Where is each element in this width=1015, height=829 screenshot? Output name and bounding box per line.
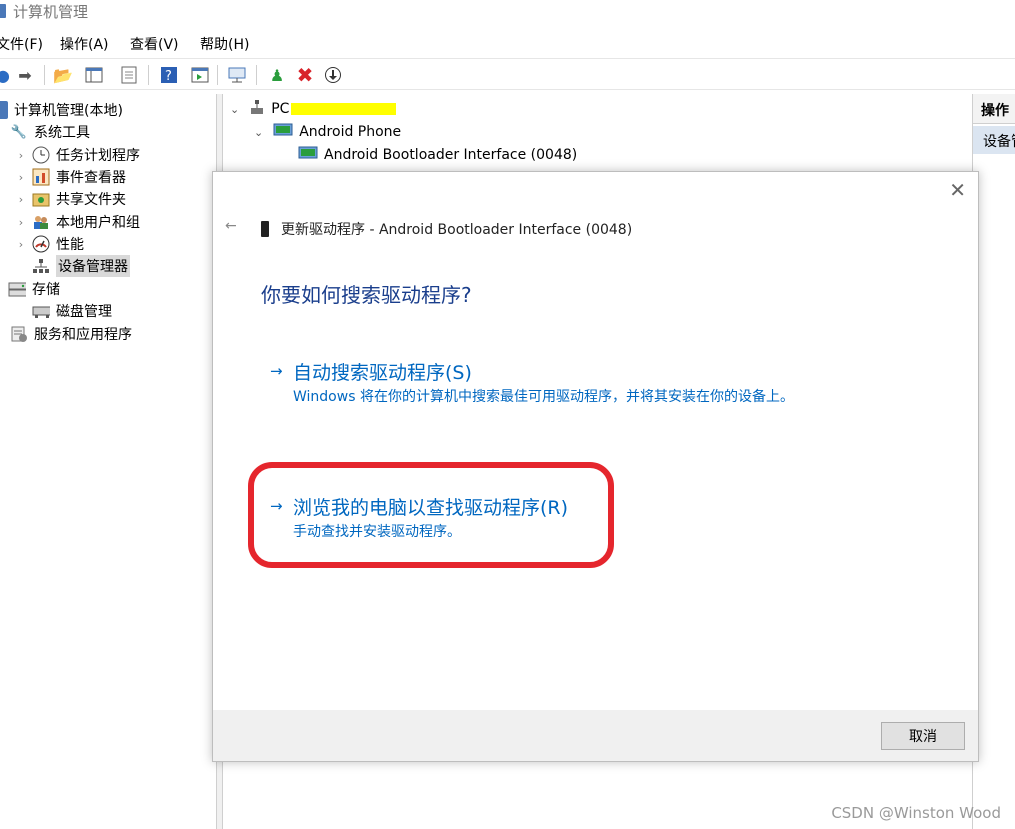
up-folder-icon[interactable]: 📂 — [52, 64, 74, 86]
computer-management-icon — [0, 101, 8, 119]
device-tree-bootloader[interactable]: Android Bootloader Interface (0048) — [298, 145, 577, 165]
arrow-right-icon: → — [270, 362, 283, 380]
shared-folder-icon — [32, 190, 50, 208]
window-title: 计算机管理 — [13, 3, 89, 21]
users-icon — [32, 213, 50, 231]
actions-device-manager[interactable]: 设备管理器 — [973, 126, 1015, 154]
device-manager-icon — [32, 257, 50, 275]
tree-shared-folders[interactable]: › 共享文件夹 — [14, 188, 126, 210]
tree-task-scheduler[interactable]: › 任务计划程序 — [14, 144, 140, 166]
device-tree-android-phone[interactable]: ⌄ Android Phone — [254, 122, 401, 142]
tree-performance[interactable]: › 性能 — [14, 233, 84, 255]
device-tree-computer[interactable]: ⌄ PC — [230, 99, 397, 119]
back-icon[interactable]: ● — [0, 64, 14, 86]
menu-file[interactable]: 文件(F) — [0, 34, 43, 54]
computer-icon — [249, 99, 265, 119]
forward-icon[interactable]: ➡ — [14, 64, 36, 86]
option-description: Windows 将在你的计算机中搜索最佳可用驱动程序，并将其安装在你的设备上。 — [293, 389, 794, 405]
disk-icon — [32, 302, 50, 320]
android-device-icon — [273, 122, 293, 142]
dialog-title: 更新驱动程序 - Android Bootloader Interface (0… — [261, 219, 632, 239]
chevron-right-icon[interactable]: › — [14, 216, 28, 229]
actions-header: 操作 — [973, 94, 1015, 124]
download-icon[interactable] — [322, 64, 344, 86]
tree-device-manager[interactable]: 设备管理器 — [32, 255, 130, 277]
tree-disk-management[interactable]: 磁盘管理 — [32, 300, 112, 322]
update-driver-dialog: ✕ ← 更新驱动程序 - Android Bootloader Interfac… — [212, 171, 979, 762]
phone-icon — [261, 221, 269, 237]
tools-icon: 🔧 — [10, 124, 28, 140]
help-icon[interactable]: ? — [158, 64, 180, 86]
tree-event-viewer[interactable]: › 事件查看器 — [14, 166, 126, 188]
scan-hardware-icon[interactable] — [226, 64, 248, 86]
arrow-right-icon: → — [270, 497, 283, 515]
clock-icon — [32, 146, 50, 164]
dialog-question: 你要如何搜索驱动程序? — [261, 283, 472, 307]
close-icon[interactable]: ✕ — [949, 178, 966, 202]
uninstall-device-icon[interactable]: ✖ — [294, 63, 316, 87]
dialog-footer: 取消 — [213, 710, 978, 761]
performance-icon — [32, 235, 50, 253]
computer-management-icon — [0, 4, 6, 18]
title-bar: 计算机管理 — [0, 0, 1015, 28]
tree-storage[interactable]: 存储 — [8, 278, 60, 300]
cancel-button[interactable]: 取消 — [881, 722, 965, 750]
redacted-name — [291, 103, 397, 115]
tree-local-users[interactable]: › 本地用户和组 — [14, 211, 140, 233]
toolbar: ● ➡ 📂 ? ♟ ✖ — [0, 58, 1015, 90]
menu-action[interactable]: 操作(A) — [60, 34, 109, 54]
option-description: 手动查找并安装驱动程序。 — [293, 524, 461, 540]
watermark: CSDN @Winston Wood — [831, 804, 1001, 822]
services-icon — [10, 325, 28, 343]
menu-help[interactable]: 帮助(H) — [200, 34, 249, 54]
storage-icon — [8, 280, 26, 298]
back-arrow-icon[interactable]: ← — [225, 218, 237, 234]
action-pane-icon[interactable] — [189, 64, 211, 86]
chevron-down-icon[interactable]: ⌄ — [230, 103, 239, 116]
tree-system-tools[interactable]: 🔧 系统工具 — [10, 121, 90, 143]
svg-text:?: ? — [165, 69, 172, 84]
option-label: 自动搜索驱动程序(S) — [293, 362, 472, 384]
update-driver-icon[interactable]: ♟ — [266, 64, 288, 86]
event-viewer-icon — [32, 168, 50, 186]
menu-view[interactable]: 查看(V) — [130, 34, 179, 54]
properties-icon[interactable] — [118, 64, 140, 86]
tree-services-apps[interactable]: 服务和应用程序 — [10, 323, 132, 345]
chevron-right-icon[interactable]: › — [14, 149, 28, 162]
menu-bar: 文件(F) 操作(A) 查看(V) 帮助(H) — [0, 30, 1015, 56]
show-hide-tree-icon[interactable] — [83, 64, 105, 86]
option-label: 浏览我的电脑以查找驱动程序(R) — [293, 497, 569, 519]
chevron-right-icon[interactable]: › — [14, 193, 28, 206]
navigation-tree: 计算机管理(本地) 🔧 系统工具 › 任务计划程序 › 事件查看器 › 共享文件… — [0, 94, 217, 829]
chevron-down-icon[interactable]: ⌄ — [254, 126, 263, 139]
android-device-icon — [298, 145, 318, 165]
tree-root[interactable]: 计算机管理(本地) — [0, 99, 123, 121]
chevron-right-icon[interactable]: › — [14, 171, 28, 184]
chevron-right-icon[interactable]: › — [14, 238, 28, 251]
